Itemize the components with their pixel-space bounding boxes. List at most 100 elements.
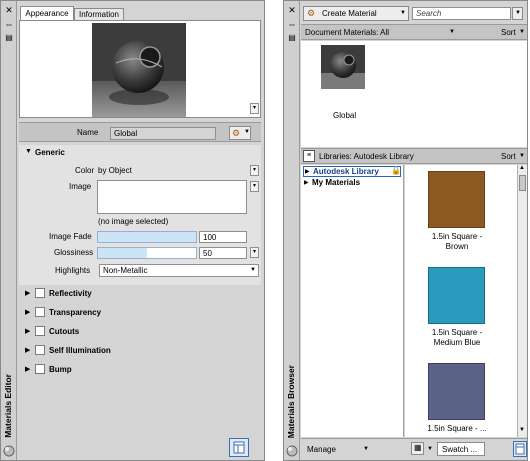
material-preview-area: ▾ <box>19 20 261 118</box>
glossiness-field[interactable]: 50 <box>199 247 247 259</box>
expand-icon: ▶ <box>25 328 31 335</box>
generic-header[interactable]: Generic <box>35 148 65 157</box>
library-swatch-item[interactable]: 1.5in Square - ... <box>405 363 517 437</box>
create-material-button[interactable]: ⚙ Create Material ▼ <box>303 6 409 21</box>
section-transparency[interactable]: ▶ Transparency <box>19 304 261 323</box>
section-bump[interactable]: ▶ Bump <box>19 361 261 380</box>
chevron-down-icon[interactable]: ▼ <box>519 29 525 35</box>
chevron-down-icon: ▼ <box>250 267 256 273</box>
section-cutouts[interactable]: ▶ Cutouts <box>19 323 261 342</box>
properties-menu-icon[interactable]: ▤ <box>4 33 14 43</box>
scroll-down-icon[interactable]: ▼ <box>519 427 525 433</box>
swatch-label: 1.5in Square - Brown <box>431 232 483 251</box>
color-dropdown[interactable]: ▾ <box>250 165 259 176</box>
editor-panel-icon <box>515 443 525 455</box>
swatch-label: 1.5in Square - Medium Blue <box>431 328 483 347</box>
expand-icon: ▶ <box>25 309 31 316</box>
self-illumination-label: Self Illumination <box>49 346 111 355</box>
tree-item-label: My Materials <box>312 178 361 187</box>
bump-checkbox[interactable] <box>35 364 45 374</box>
tree-item-my-materials[interactable]: ▶ My Materials <box>303 178 401 189</box>
library-sort-label[interactable]: Sort <box>501 152 516 161</box>
highlights-select[interactable]: Non-Metallic ▼ <box>99 264 259 277</box>
editor-titlebar[interactable]: ✕ ⇔ ▤ Materials Editor <box>1 1 17 460</box>
glossiness-dropdown[interactable]: ▾ <box>250 247 259 258</box>
swatch-label: 1.5in Square - ... <box>427 424 487 433</box>
create-material-icon: ⚙ <box>307 8 316 18</box>
scroll-up-icon[interactable]: ▲ <box>519 165 525 171</box>
libraries-bar: ≡ Libraries: Autodesk Library Sort ▼ <box>301 148 527 164</box>
search-input[interactable]: Search <box>412 7 511 20</box>
library-swatch-item[interactable]: 1.5in Square - Brown <box>405 171 517 261</box>
transparency-label: Transparency <box>49 308 102 317</box>
close-icon[interactable]: ✕ <box>4 5 14 15</box>
browser-title: Materials Browser <box>286 364 296 438</box>
cutouts-label: Cutouts <box>49 327 80 336</box>
document-material-label: Global <box>333 111 357 120</box>
library-swatch-list: 1.5in Square - Brown 1.5in Square - Medi… <box>405 165 517 437</box>
document-sort-label[interactable]: Sort <box>501 28 516 37</box>
image-label: Image <box>69 182 92 191</box>
material-options-button[interactable]: ⚙ ▼ <box>229 126 251 140</box>
open-editor-button[interactable] <box>513 441 527 457</box>
auto-hide-icon[interactable]: ⇔ <box>4 19 14 29</box>
tab-information[interactable]: Information <box>74 8 124 20</box>
library-panel-icon[interactable]: ≡ <box>303 150 315 162</box>
cutouts-checkbox[interactable] <box>35 326 45 336</box>
libraries-label: Libraries: Autodesk Library <box>319 152 414 161</box>
chevron-down-icon: ▼ <box>400 10 406 16</box>
image-fade-slider[interactable] <box>97 231 197 243</box>
properties-menu-icon[interactable]: ▤ <box>287 33 297 43</box>
search-placeholder: Search <box>416 9 442 18</box>
chevron-down-icon[interactable]: ▼ <box>427 446 433 452</box>
global-material-thumbnail <box>321 45 365 89</box>
section-reflectivity[interactable]: ▶ Reflectivity <box>19 285 261 304</box>
open-browser-button[interactable] <box>229 438 249 457</box>
search-options-button[interactable]: ▼ <box>512 7 523 20</box>
generic-panel: ▼ Generic Color by Object ▾ Image ▾ (no … <box>19 145 261 285</box>
image-note: (no image selected) <box>98 217 169 226</box>
library-swatch-item[interactable]: 1.5in Square - Medium Blue <box>405 267 517 357</box>
transparency-checkbox[interactable] <box>35 307 45 317</box>
color-value: by Object <box>98 166 132 175</box>
swatch-brown-image <box>428 171 485 228</box>
editor-title: Materials Editor <box>3 374 13 438</box>
name-field[interactable]: Global <box>110 127 216 140</box>
document-materials-filter[interactable]: Document Materials: All <box>305 28 389 37</box>
auto-hide-icon[interactable]: ⇔ <box>287 19 297 29</box>
highlights-value: Non-Metallic <box>103 266 148 275</box>
generic-collapse-icon[interactable]: ▼ <box>25 148 32 155</box>
section-self-illumination[interactable]: ▶ Self Illumination <box>19 342 261 361</box>
tab-appearance[interactable]: Appearance <box>20 6 74 20</box>
chevron-down-icon[interactable]: ▼ <box>449 29 455 35</box>
browser-titlebar[interactable]: ✕ ⇔ ▤ Materials Browser <box>284 1 300 460</box>
preview-sphere-image <box>92 23 186 117</box>
reflectivity-checkbox[interactable] <box>35 288 45 298</box>
image-slot[interactable] <box>97 180 247 214</box>
image-fade-field[interactable]: 100 <box>199 231 247 243</box>
browser-panel-icon <box>233 441 245 454</box>
materials-browser-palette: ✕ ⇔ ▤ Materials Browser ⚙ Create Materia… <box>283 0 528 461</box>
view-options-button[interactable]: ▦ <box>411 442 424 455</box>
swatch-scrollbar[interactable]: ▲ ▼ <box>517 165 527 437</box>
create-material-label: Create Material <box>322 9 377 18</box>
image-dropdown[interactable]: ▾ <box>250 181 259 192</box>
material-options-icon: ⚙ <box>232 128 241 138</box>
swatch-slate-image <box>428 363 485 420</box>
preview-options-dropdown[interactable]: ▾ <box>250 103 259 114</box>
self-illumination-checkbox[interactable] <box>35 345 45 355</box>
tree-item-autodesk-library[interactable]: ▶ Autodesk Library 🔒 <box>303 166 401 177</box>
tree-item-label: Autodesk Library <box>313 167 379 176</box>
grid-view-icon: ▦ <box>414 443 422 452</box>
swatch-size-button[interactable]: Swatch ... <box>437 442 485 456</box>
chevron-down-icon[interactable]: ▼ <box>519 153 525 159</box>
glossiness-slider[interactable] <box>97 247 197 259</box>
document-material-swatch[interactable]: Global <box>321 45 365 120</box>
lock-icon: 🔒 <box>391 166 401 175</box>
chevron-down-icon[interactable]: ▼ <box>363 446 369 452</box>
close-icon[interactable]: ✕ <box>287 5 297 15</box>
scrollbar-thumb[interactable] <box>519 175 526 191</box>
document-materials-area: Global <box>301 41 527 147</box>
color-label: Color <box>75 166 95 175</box>
manage-menu[interactable]: Manage <box>307 445 336 454</box>
